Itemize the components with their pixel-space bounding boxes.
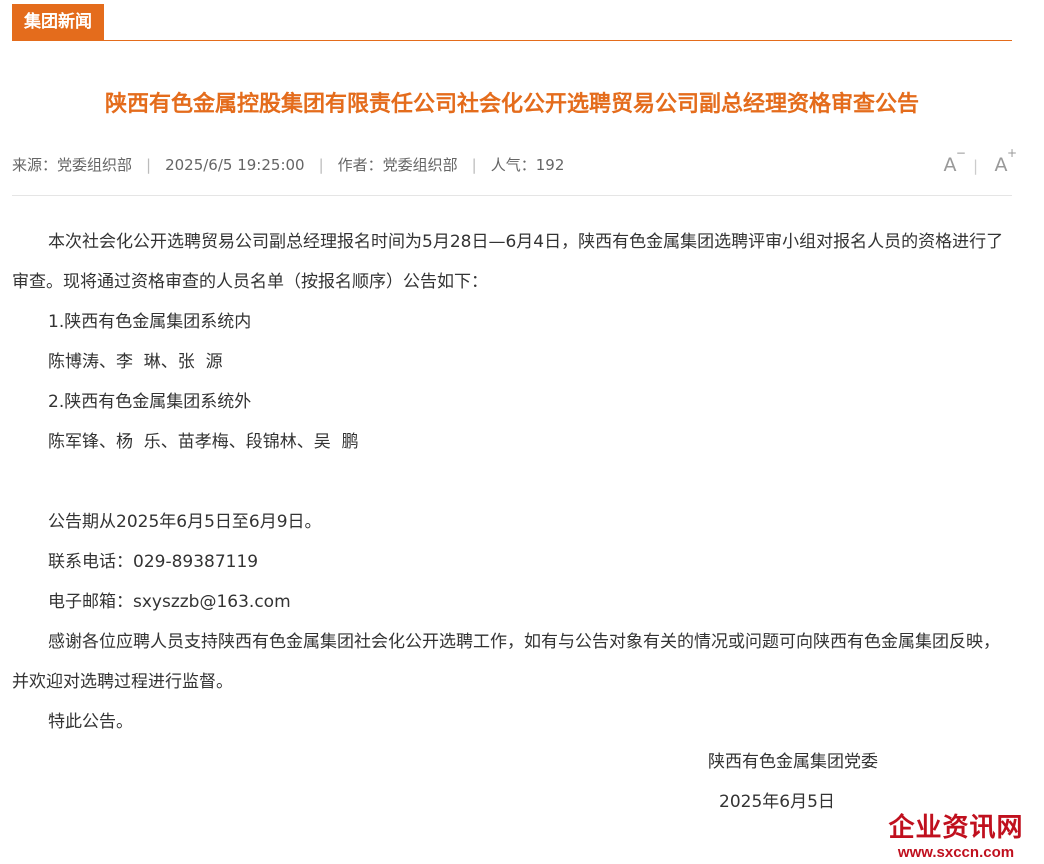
contact-email: 电子邮箱：sxyszzb@163.com — [48, 592, 291, 612]
site-watermark-logo: 企业资讯网 www.sxccn.com — [888, 812, 1024, 862]
font-decrease-button[interactable]: A − — [939, 147, 966, 180]
contact-phone: 联系电话：029-89387119 — [48, 552, 259, 572]
group2-names: 陈军锋、杨 乐、苗孝梅、段锦林、吴 鹏 — [48, 432, 359, 452]
section-tab-group-news[interactable]: 集团新闻 — [12, 4, 104, 40]
body-closing: 特此公告。 — [48, 712, 133, 732]
meta-separator: | — [146, 156, 152, 174]
notice-period: 公告期从2025年6月5日至6月9日。 — [48, 512, 322, 532]
meta-divider — [12, 195, 1012, 196]
meta-datetime: 2025/6/5 19:25:00 — [165, 156, 305, 174]
watermark-name: 企业资讯网 — [888, 813, 1024, 843]
font-control-separator: | — [972, 157, 978, 175]
meta-separator: | — [318, 156, 324, 174]
watermark-url: www.sxccn.com — [897, 844, 1015, 861]
font-size-controls: A − | A + — [939, 147, 1018, 181]
article-title: 陕西有色金属控股集团有限责任公司社会化公开选聘贸易公司副总经理资格审查公告 — [104, 92, 919, 117]
signature-org: 陕西有色金属集团党委 — [708, 752, 878, 772]
group2-heading: 2.陕西有色金属集团系统外 — [48, 392, 252, 412]
meta-source: 来源：党委组织部 — [12, 156, 133, 174]
article-body: 本次社会化公开选聘贸易公司副总经理报名时间为5月28日—6月4日，陕西有色金属集… — [12, 222, 1012, 742]
font-decrease-minus-icon: − — [955, 146, 966, 160]
font-increase-icon: A — [994, 154, 1008, 176]
body-intro: 本次社会化公开选聘贸易公司副总经理报名时间为5月28日—6月4日，陕西有色金属集… — [12, 232, 1004, 292]
group1-heading: 1.陕西有色金属集团系统内 — [48, 312, 252, 332]
body-thanks: 感谢各位应聘人员支持陕西有色金属集团社会化公开选聘工作，如有与公告对象有关的情况… — [12, 632, 1000, 692]
font-increase-plus-icon: + — [1006, 146, 1017, 160]
meta-list: 来源：党委组织部 | 2025/6/5 19:25:00 | 作者：党委组织部 | 人气：1… — [12, 150, 564, 180]
signature-date: 2025年6月5日 — [719, 792, 835, 812]
section-header: 集团新闻 — [12, 0, 1012, 41]
meta-views: 人气：192 — [490, 156, 565, 174]
article-meta: 来源：党委组织部 | 2025/6/5 19:25:00 | 作者：党委组织部 | 人气：1… — [12, 147, 1018, 181]
font-increase-button[interactable]: A + — [990, 147, 1018, 180]
meta-author: 作者：党委组织部 — [337, 156, 458, 174]
font-decrease-icon: A — [943, 154, 957, 176]
group1-names: 陈博涛、李 琳、张 源 — [48, 352, 223, 372]
meta-separator: | — [471, 156, 477, 174]
